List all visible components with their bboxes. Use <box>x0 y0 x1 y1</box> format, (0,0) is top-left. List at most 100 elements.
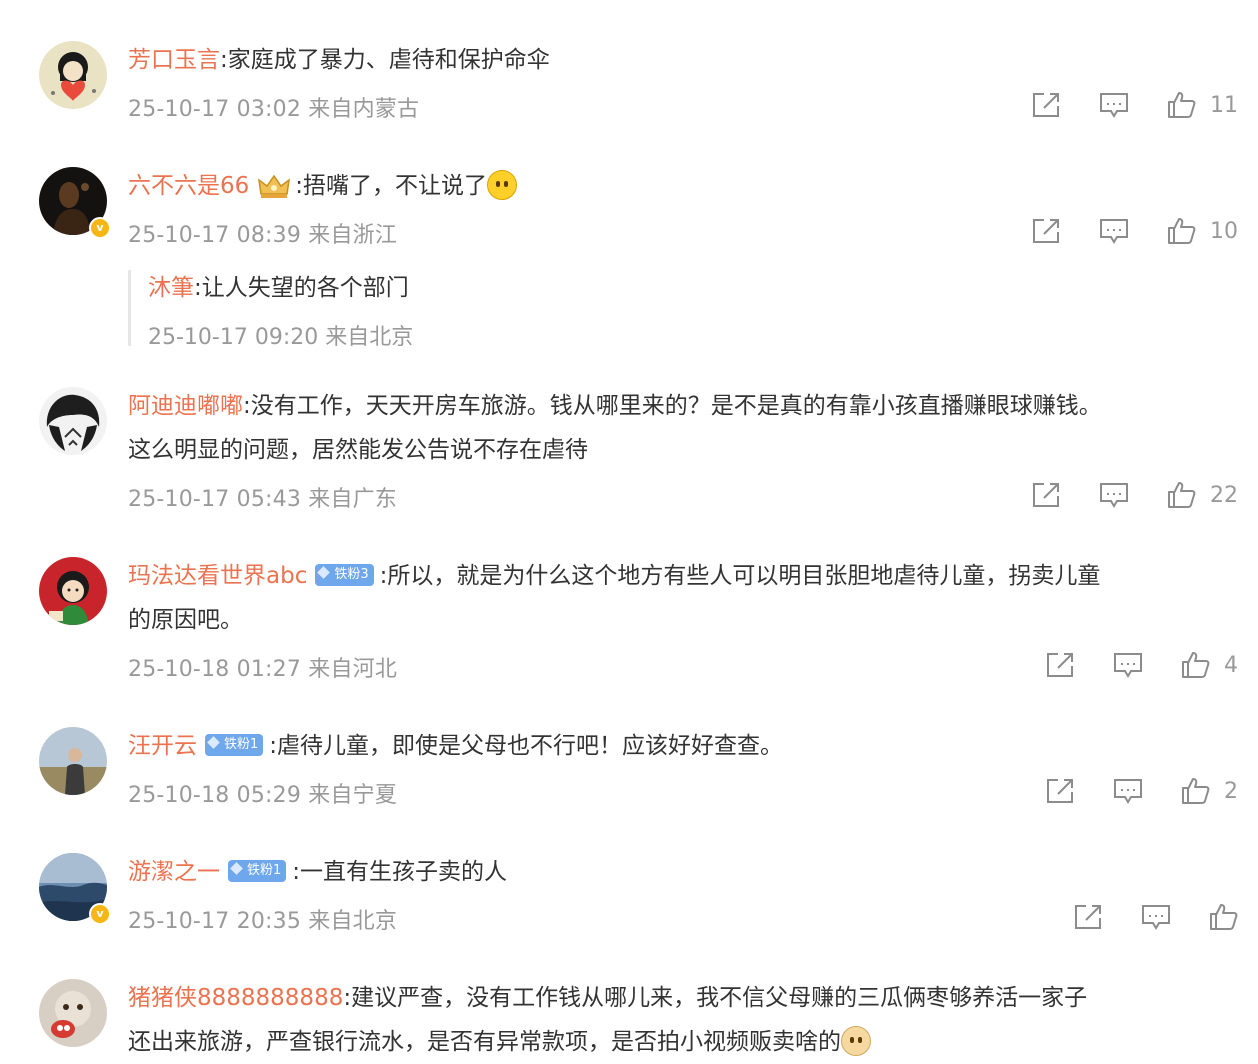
diamond-icon <box>317 565 331 579</box>
comment-meta: 25-10-17 03:02 来自内蒙古 <box>128 97 420 122</box>
comment-meta: 25-10-18 01:27 来自河北 <box>128 657 398 682</box>
share-icon <box>1030 90 1062 120</box>
username-link[interactable]: 汪开云 <box>128 733 197 759</box>
username-link[interactable]: 六不六是66 <box>128 173 249 199</box>
comment-icon <box>1098 480 1130 510</box>
share-icon <box>1030 216 1062 246</box>
comment-content: :没有工作，天天开房车旅游。钱从哪里来的？是不是真的有靠小孩直播赚眼球赚钱。 <box>243 393 1102 419</box>
comment-icon <box>1098 216 1130 246</box>
comment-content: :所以，就是为什么这个地方有些人可以明目张胆地虐待儿童，拐卖儿童 <box>379 563 1101 589</box>
fan-badge[interactable]: 铁粉1 <box>205 733 264 756</box>
comment-content-line2: 的原因吧。 <box>128 607 243 633</box>
avatar[interactable] <box>39 41 107 109</box>
share-icon <box>1044 650 1076 680</box>
comment-button[interactable] <box>1098 216 1130 246</box>
comment-icon <box>1098 90 1130 120</box>
like-count: 4 <box>1224 652 1238 678</box>
share-button[interactable] <box>1030 216 1062 246</box>
comment-button[interactable] <box>1098 90 1130 120</box>
comment-content: :捂嘴了，不让说了 <box>295 173 488 199</box>
username-link[interactable]: 玛法达看世界abc <box>128 563 307 589</box>
reply-username-link[interactable]: 沐筆 <box>148 275 194 301</box>
comment-text: 六不六是66 :捂嘴了，不让说了 <box>128 164 1238 208</box>
comment-icon <box>1140 902 1172 932</box>
fan-badge[interactable]: 铁粉3 <box>315 563 374 586</box>
username-link[interactable]: 猪猪侠8888888888 <box>128 985 343 1011</box>
verified-badge-icon: v <box>89 903 111 925</box>
reply-block: 沐筆:让人失望的各个部门 25-10-17 09:20 来自北京 <box>128 270 1131 350</box>
comment-actions: 22 <box>994 475 1238 515</box>
comment-content-line2: 还出来旅游，严查银行流水，是否有异常款项，是否拍小视频贩卖啥的 <box>128 1029 841 1055</box>
username-link[interactable]: 阿迪迪嘟嘟 <box>128 393 243 419</box>
comment-actions: 2 <box>1008 771 1238 811</box>
diamond-icon <box>230 861 243 875</box>
like-icon <box>1166 480 1196 510</box>
comment-actions: 11 <box>994 85 1238 125</box>
comment-text: 芳口玉言:家庭成了暴力、虐待和保护命伞 <box>128 38 1238 82</box>
avatar[interactable]: v <box>39 853 111 925</box>
avatar[interactable] <box>39 727 107 795</box>
comment-icon <box>1112 650 1144 680</box>
comment-content: :一直有生孩子卖的人 <box>292 859 508 885</box>
like-icon <box>1166 90 1196 120</box>
like-button[interactable]: 11 <box>1166 90 1238 120</box>
share-icon <box>1072 902 1104 932</box>
like-button[interactable]: 22 <box>1166 480 1238 510</box>
comment-meta: 25-10-17 08:39 来自浙江 <box>128 223 398 248</box>
share-button[interactable] <box>1030 480 1062 510</box>
like-count: 10 <box>1210 218 1238 244</box>
comment-button[interactable] <box>1098 480 1130 510</box>
fan-badge[interactable]: 铁粉1 <box>228 859 287 882</box>
reply-meta: 25-10-17 09:20 来自北京 <box>148 325 414 350</box>
like-icon <box>1180 650 1210 680</box>
like-icon <box>1180 776 1210 806</box>
comment-content: :建议严查，没有工作钱从哪儿来，我不信父母赚的三瓜俩枣够养活一家子 <box>343 985 1088 1011</box>
share-button[interactable] <box>1044 776 1076 806</box>
like-button[interactable]: 4 <box>1180 650 1238 680</box>
reply-content: :让人失望的各个部门 <box>194 275 409 301</box>
share-button[interactable] <box>1044 650 1076 680</box>
comment-content-line2: 这么明显的问题，居然能发公告说不存在虐待 <box>128 437 588 463</box>
comment-button[interactable] <box>1112 776 1144 806</box>
like-button[interactable]: 2 <box>1180 776 1238 806</box>
fan-badge-label: 铁粉1 <box>224 736 259 752</box>
like-button[interactable]: 10 <box>1166 216 1238 246</box>
comment-meta: 25-10-17 05:43 来自广东 <box>128 487 398 512</box>
like-icon <box>1166 216 1196 246</box>
fan-badge-label: 铁粉3 <box>334 566 369 582</box>
like-count: 2 <box>1224 778 1238 804</box>
comment-actions: 10 <box>994 211 1238 251</box>
comment-list: 芳口玉言:家庭成了暴力、虐待和保护命伞 25-10-17 03:02 来自内蒙古… <box>0 0 1258 1062</box>
like-count: 22 <box>1210 482 1238 508</box>
comment-button[interactable] <box>1112 650 1144 680</box>
like-count: 11 <box>1210 92 1238 118</box>
username-link[interactable]: 芳口玉言 <box>128 47 220 73</box>
like-icon <box>1208 902 1238 932</box>
share-button[interactable] <box>1072 902 1104 932</box>
reply-text: 沐筆:让人失望的各个部门 <box>148 266 409 310</box>
share-icon <box>1044 776 1076 806</box>
smile-emoji-icon <box>487 169 518 200</box>
diamond-icon <box>207 735 220 749</box>
comment-text: 游潔之一 铁粉1 :一直有生孩子卖的人 <box>128 850 1238 894</box>
username-link[interactable]: 游潔之一 <box>128 859 220 885</box>
comment-text: 阿迪迪嘟嘟:没有工作，天天开房车旅游。钱从哪里来的？是不是真的有靠小孩直播赚眼球… <box>128 384 1238 472</box>
comment-meta: 25-10-18 05:29 来自宁夏 <box>128 783 398 808</box>
comment-text: 猪猪侠8888888888:建议严查，没有工作钱从哪儿来，我不信父母赚的三瓜俩枣… <box>128 976 1238 1064</box>
comment-text: 玛法达看世界abc 铁粉3 :所以，就是为什么这个地方有些人可以明目张胆地虐待儿童，… <box>128 554 1238 642</box>
smile-emoji-icon <box>841 1025 871 1056</box>
fan-badge-label: 铁粉1 <box>247 862 282 878</box>
like-button[interactable] <box>1208 902 1238 932</box>
share-icon <box>1030 480 1062 510</box>
avatar[interactable] <box>39 557 107 625</box>
avatar[interactable] <box>39 979 107 1047</box>
crown-icon <box>257 171 291 198</box>
share-button[interactable] <box>1030 90 1062 120</box>
comment-button[interactable] <box>1140 902 1172 932</box>
avatar[interactable] <box>39 387 107 455</box>
comment-icon <box>1112 776 1144 806</box>
comment-actions: 4 <box>1008 645 1238 685</box>
comment-actions <box>1036 897 1238 937</box>
avatar[interactable]: v <box>39 167 111 239</box>
comment-content: :虐待儿童，即使是父母也不行吧！应该好好查查。 <box>269 733 784 759</box>
